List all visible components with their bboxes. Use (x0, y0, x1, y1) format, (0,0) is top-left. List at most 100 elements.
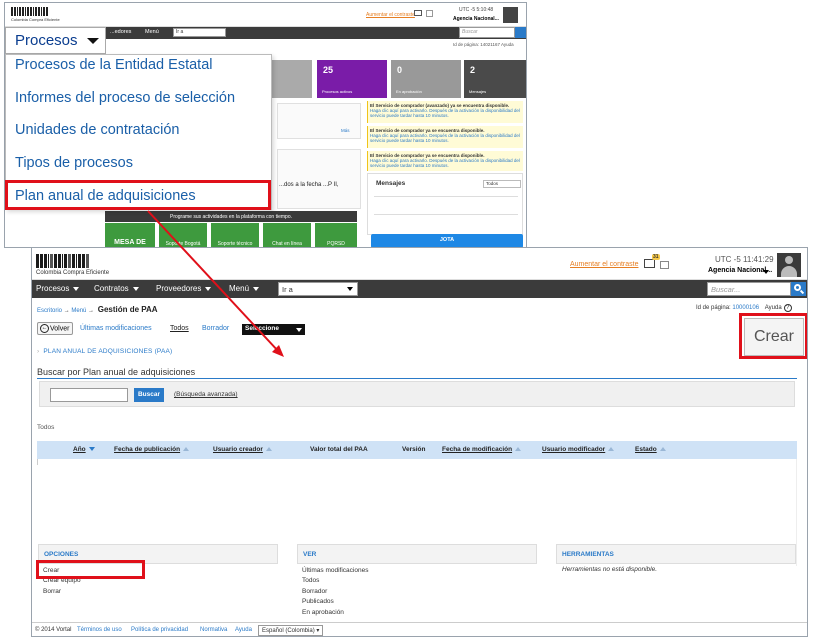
nav-contratos[interactable]: Contratos (94, 284, 139, 293)
back-jota-button[interactable]: JOTA (371, 234, 523, 247)
nav-menu[interactable]: Menú (229, 284, 260, 293)
arrow-left-icon: ← (40, 324, 49, 333)
tab-ultimas-modificaciones[interactable]: Últimas modificaciones (80, 325, 152, 332)
back-messages-title: Mensajes (376, 180, 406, 187)
page-id-value[interactable]: 10000106 (732, 305, 759, 311)
search-input[interactable]: Buscar... (707, 282, 791, 296)
divider (37, 378, 797, 379)
back-mas-link[interactable]: Más (341, 128, 350, 133)
back-panel-2: ...dos a la fecha ...P II, (277, 149, 361, 209)
user-avatar[interactable] (777, 253, 801, 277)
back-tile-grey[interactable] (270, 60, 312, 98)
footer-help-link[interactable]: Ayuda (235, 627, 252, 633)
sort-desc-icon[interactable] (88, 447, 95, 452)
back-green-tile[interactable]: MESA DE (105, 223, 155, 247)
footer-normativa-link[interactable]: Normativa (200, 627, 227, 633)
back-mail-icon[interactable] (414, 10, 422, 16)
column-usuario-modificador[interactable]: Usuario modificador (542, 446, 615, 453)
ver-todos[interactable]: Todos (302, 576, 368, 586)
paa-section-toggle[interactable]: › PLAN ANUAL DE ADQUISICIONES (PAA) (37, 348, 172, 355)
help-icon[interactable]: ? (783, 304, 792, 312)
back-calendar-icon[interactable] (426, 10, 433, 17)
chevron-down-icon (87, 38, 99, 44)
back-page-id: Id de página: 14021167 Ayuda (453, 42, 514, 47)
menu-item-tipos[interactable]: Tipos de procesos (15, 155, 133, 171)
tab-borrador[interactable]: Borrador (202, 325, 229, 332)
tile-value: 0 (397, 65, 403, 75)
column-usuario-creador[interactable]: Usuario creador (213, 446, 272, 453)
menu-item-procesos-entidad[interactable]: Procesos de la Entidad Estatal (15, 57, 212, 73)
back-tile-mensajes[interactable]: 2 Mensajes (464, 60, 526, 98)
back-header: Colombia Compra Eficiente Aumentar el co… (5, 3, 526, 27)
back-contrast-link[interactable]: Aumentar el contraste (366, 12, 415, 18)
tab-todos[interactable]: Todos (170, 325, 189, 332)
back-green-tile[interactable]: Chat en línea (263, 223, 311, 247)
back-alert[interactable]: El Servicio de comprador ya se encuentra… (367, 151, 523, 171)
menu-item-informes[interactable]: Informes del proceso de selección (15, 90, 235, 106)
search-panel: Buscar (Búsqueda avanzada) (39, 381, 795, 407)
nav-procesos[interactable]: Procesos (36, 284, 80, 293)
breadcrumb: Escritorio → Menú → Gestión de PAA (37, 305, 158, 314)
back-logo-caption: Colombia Compra Eficiente (11, 17, 60, 22)
footer-privacy-link[interactable]: Política de privacidad (131, 627, 188, 633)
highlight-box-crear-button (739, 313, 807, 359)
sort-icon[interactable] (608, 447, 615, 452)
back-nav-menu[interactable]: Menú (145, 29, 159, 35)
ver-en-aprobacion[interactable]: En aprobación (302, 608, 368, 618)
main-navbar: Procesos Contratos Proveedores Menú Ir a (32, 280, 807, 298)
back-green-tile[interactable]: PQRSD (315, 223, 357, 247)
ver-publicados[interactable]: Publicados (302, 597, 368, 607)
column-ano[interactable]: Año (73, 446, 95, 453)
back-green-tile[interactable]: Soporte técnico (211, 223, 259, 247)
column-version: Versión (402, 446, 426, 453)
results-label: Todos (37, 424, 55, 431)
language-select[interactable]: Español (Colombia) ▾ (258, 625, 324, 636)
view-select[interactable]: Seleccione (242, 324, 305, 335)
back-search-button[interactable] (515, 27, 526, 38)
back-alert[interactable]: El Servicio de comprador (avanzado) ya s… (367, 101, 523, 123)
back-tile-procesos-activos[interactable]: 25 Procesos activos (317, 60, 387, 98)
sort-icon[interactable] (515, 447, 522, 452)
opcion-borrar[interactable]: Borrar (43, 587, 81, 597)
procesos-menu-trigger[interactable]: Procesos (5, 27, 106, 54)
ver-list: Últimas modificaciones Todos Borrador Pu… (302, 566, 368, 618)
help-link[interactable]: Ayuda (765, 305, 782, 311)
ver-borrador[interactable]: Borrador (302, 587, 368, 597)
calendar-icon[interactable] (660, 261, 669, 269)
back-search-input[interactable]: Buscar (459, 27, 515, 38)
breadcrumb-menu[interactable]: Menú (71, 308, 86, 314)
nav-ir-a-select[interactable]: Ir a (278, 282, 358, 296)
column-fecha-modificacion[interactable]: Fecha de modificación (442, 446, 522, 453)
column-fecha-publicacion[interactable]: Fecha de publicación (114, 446, 190, 453)
footer-terms-link[interactable]: Términos de uso (77, 627, 122, 633)
back-agency-select[interactable]: Agencia Nacional... (453, 16, 499, 22)
back-green-tile[interactable]: Soporte Bogotá (159, 223, 207, 247)
ver-ultimas-modificaciones[interactable]: Últimas modificaciones (302, 566, 368, 576)
mail-badge: 31 (652, 254, 660, 260)
column-estado[interactable]: Estado (635, 446, 666, 453)
advanced-search-link[interactable]: (Búsqueda avanzada) (174, 391, 238, 398)
paa-search-input[interactable] (50, 388, 128, 402)
contrast-link[interactable]: Aumentar el contraste (570, 261, 638, 268)
paa-search-button[interactable]: Buscar (134, 388, 164, 402)
main-header: Colombia Compra Eficiente Aumentar el co… (32, 248, 807, 280)
chevron-right-icon: › (37, 348, 40, 355)
search-button[interactable] (791, 282, 806, 296)
sort-icon[interactable] (659, 447, 666, 452)
back-nav-proveedores[interactable]: ...edores (110, 29, 131, 35)
back-messages-filter[interactable]: Todos (483, 180, 521, 188)
back-button[interactable]: ← Volver (37, 322, 73, 335)
back-nav-ir-a[interactable]: Ir a (173, 28, 226, 37)
back-alert[interactable]: El Servicio de comprador ya se encuentra… (367, 126, 523, 148)
chevron-down-icon[interactable] (763, 270, 769, 274)
mail-icon[interactable] (644, 259, 655, 268)
back-avatar[interactable] (503, 7, 518, 23)
sort-icon[interactable] (183, 447, 190, 452)
sort-icon[interactable] (265, 447, 272, 452)
grid-header: Año Fecha de publicación Usuario creador… (37, 441, 797, 459)
nav-proveedores[interactable]: Proveedores (156, 284, 212, 293)
back-tile-en-aprobacion[interactable]: 0 En aprobación (391, 60, 461, 98)
tile-label: En aprobación (396, 89, 422, 94)
breadcrumb-escritorio[interactable]: Escritorio (37, 308, 62, 314)
menu-item-unidades[interactable]: Unidades de contratación (15, 122, 179, 138)
